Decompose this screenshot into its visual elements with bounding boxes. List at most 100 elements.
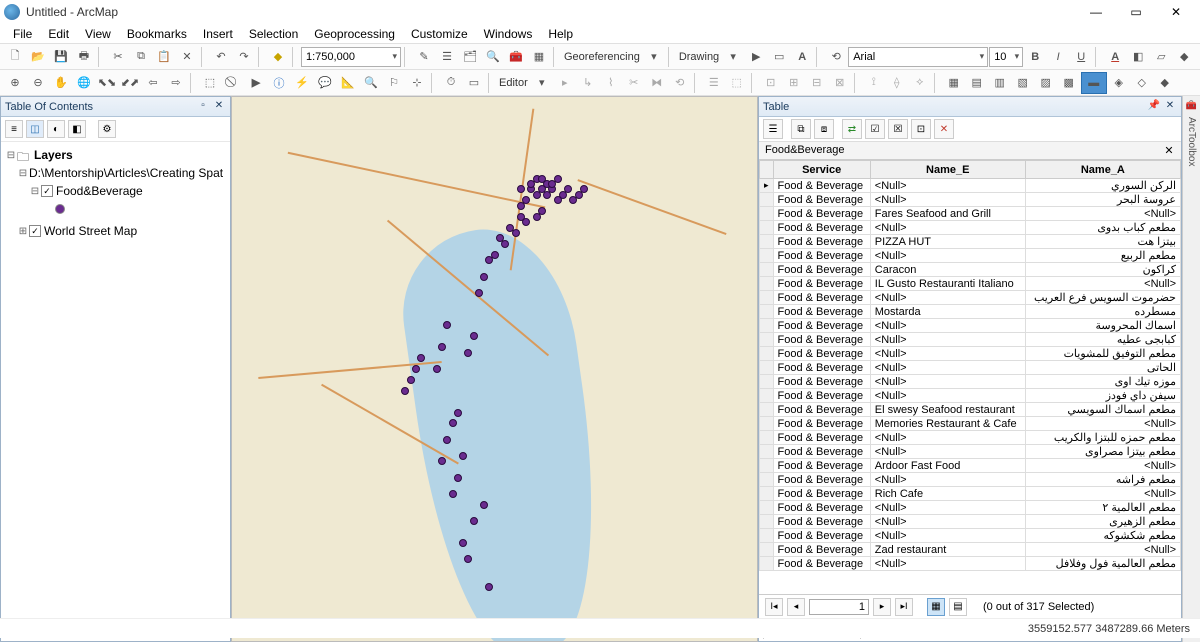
map-point[interactable] bbox=[470, 332, 478, 340]
zoom-selected-icon[interactable]: ⊡ bbox=[911, 119, 931, 139]
cut-icon[interactable]: ✂ bbox=[107, 46, 129, 68]
data-source-path[interactable]: D:\Mentorship\Articles\Creating Spat bbox=[29, 166, 223, 180]
layout-icon[interactable]: ▦ bbox=[943, 72, 965, 94]
layout10-icon[interactable]: ◆ bbox=[1154, 72, 1176, 94]
map-point[interactable] bbox=[580, 185, 588, 193]
table-row[interactable]: Food & Beverage<Null>كبابجى عطيه bbox=[760, 333, 1181, 347]
table-options-icon[interactable]: ☰ bbox=[763, 119, 783, 139]
back-extent-icon[interactable]: ⇦ bbox=[142, 72, 164, 94]
toolbox-icon[interactable]: 🧰 bbox=[505, 46, 527, 68]
hyperlink-icon[interactable]: ⚡ bbox=[291, 72, 313, 94]
close-tab-icon[interactable]: ✕ bbox=[1163, 144, 1175, 157]
map-point[interactable] bbox=[517, 185, 525, 193]
menu-file[interactable]: File bbox=[6, 25, 39, 43]
rectangle-icon[interactable]: ▭ bbox=[768, 46, 790, 68]
font-color-icon[interactable]: A bbox=[1104, 46, 1126, 68]
show-selected-icon[interactable]: ▤ bbox=[949, 598, 967, 616]
col-service[interactable]: Service bbox=[773, 161, 870, 179]
table-row[interactable]: Food & BeveragePIZZA HUTبيتزا هت bbox=[760, 235, 1181, 249]
map-point[interactable] bbox=[475, 289, 483, 297]
full-extent-icon[interactable]: 🌐 bbox=[73, 72, 95, 94]
table-row[interactable]: Food & Beverage<Null>مطعم التوفيق للمشوي… bbox=[760, 347, 1181, 361]
list-by-visibility-icon[interactable]: ◐ bbox=[47, 120, 65, 138]
map-point[interactable] bbox=[464, 555, 472, 563]
arctoolbox-sidebar[interactable]: 🧰 ArcToolbox bbox=[1182, 96, 1200, 642]
line-color-icon[interactable]: ▱ bbox=[1150, 46, 1172, 68]
undo-icon[interactable]: ↶ bbox=[210, 46, 232, 68]
pin-icon[interactable]: 📌 bbox=[1147, 100, 1161, 114]
close-panel-icon[interactable]: ✕ bbox=[1163, 100, 1177, 114]
map-point[interactable] bbox=[485, 256, 493, 264]
menu-windows[interactable]: Windows bbox=[477, 25, 540, 43]
clear-selection-icon[interactable]: ⃠ bbox=[222, 72, 244, 94]
table-row[interactable]: Food & Beverage<Null>عروسة البحر bbox=[760, 193, 1181, 207]
menu-help[interactable]: Help bbox=[541, 25, 580, 43]
map-point[interactable] bbox=[470, 517, 478, 525]
table-row[interactable]: Food & BeverageMemories Restaurant & Caf… bbox=[760, 417, 1181, 431]
table-row[interactable]: Food & Beverage<Null>مطعم شكشوكه bbox=[760, 529, 1181, 543]
paste-icon[interactable]: 📋 bbox=[153, 46, 175, 68]
layout8-icon[interactable]: ◈ bbox=[1108, 72, 1130, 94]
map-point[interactable] bbox=[438, 457, 446, 465]
menu-insert[interactable]: Insert bbox=[196, 25, 240, 43]
map-point[interactable] bbox=[417, 354, 425, 362]
select-element-icon[interactable]: ▶ bbox=[745, 46, 767, 68]
html-popup-icon[interactable]: 💬 bbox=[314, 72, 336, 94]
table-row[interactable]: Food & Beverage<Null>موزه تيك اوى bbox=[760, 375, 1181, 389]
map-point[interactable] bbox=[496, 234, 504, 242]
map-point[interactable] bbox=[480, 501, 488, 509]
map-point[interactable] bbox=[454, 409, 462, 417]
italic-icon[interactable]: I bbox=[1047, 46, 1069, 68]
table-row[interactable]: Food & BeverageCaraconكراكون bbox=[760, 263, 1181, 277]
zoom-in-icon[interactable]: ⊕ bbox=[4, 72, 26, 94]
editor-toolbar-icon[interactable]: ✎ bbox=[413, 46, 435, 68]
table-row[interactable]: ▸Food & Beverage<Null>الركن السوري bbox=[760, 179, 1181, 193]
select-all-icon[interactable]: ☑ bbox=[865, 119, 885, 139]
menu-bookmarks[interactable]: Bookmarks bbox=[120, 25, 194, 43]
table-row[interactable]: Food & Beverage<Null>مطعم العالمية فول و… bbox=[760, 557, 1181, 571]
layout6-icon[interactable]: ▩ bbox=[1058, 72, 1080, 94]
redo-icon[interactable]: ↷ bbox=[233, 46, 255, 68]
layers-root[interactable]: Layers bbox=[34, 148, 73, 162]
table-row[interactable]: Food & Beverage<Null>مطعم كباب بدوى bbox=[760, 221, 1181, 235]
layer-food-beverage[interactable]: Food&Beverage bbox=[56, 184, 143, 198]
table-row[interactable]: Food & Beverage<Null>مطعم الزهيرى bbox=[760, 515, 1181, 529]
layout4-icon[interactable]: ▧ bbox=[1012, 72, 1034, 94]
map-point[interactable] bbox=[485, 583, 493, 591]
fixed-zoom-in-icon[interactable]: ⬉⬊ bbox=[96, 72, 118, 94]
map-point[interactable] bbox=[506, 224, 514, 232]
table-row[interactable]: Food & Beverage<Null>مطعم العالمية ٢ bbox=[760, 501, 1181, 515]
layout7-icon[interactable]: ▬ bbox=[1081, 72, 1107, 94]
dropdown-icon[interactable]: ▾ bbox=[643, 46, 665, 68]
python-icon[interactable]: ▦ bbox=[528, 46, 550, 68]
map-point[interactable] bbox=[438, 343, 446, 351]
table-row[interactable]: Food & BeverageFares Seafood and Grill<N… bbox=[760, 207, 1181, 221]
map-point[interactable] bbox=[412, 365, 420, 373]
options-icon[interactable]: ⚙ bbox=[98, 120, 116, 138]
list-by-selection-icon[interactable]: ◧ bbox=[68, 120, 86, 138]
prev-record-icon[interactable]: ◂ bbox=[787, 598, 805, 616]
auto-hide-icon[interactable]: ▫ bbox=[196, 100, 210, 114]
col-name-e[interactable]: Name_E bbox=[870, 161, 1025, 179]
menu-geoprocessing[interactable]: Geoprocessing bbox=[307, 25, 402, 43]
toc-icon[interactable]: ☰ bbox=[436, 46, 458, 68]
toolbox-icon[interactable]: 🧰 bbox=[1186, 100, 1197, 111]
catalog-icon[interactable]: 🗂 bbox=[459, 46, 481, 68]
map-point[interactable] bbox=[401, 387, 409, 395]
row-header-col[interactable] bbox=[760, 161, 774, 179]
clear-selection-icon[interactable]: ☒ bbox=[888, 119, 908, 139]
map-point[interactable] bbox=[480, 273, 488, 281]
map-point[interactable] bbox=[449, 490, 457, 498]
dropdown-icon[interactable]: ▾ bbox=[531, 72, 553, 94]
map-point[interactable] bbox=[527, 180, 535, 188]
zoom-out-icon[interactable]: ⊖ bbox=[27, 72, 49, 94]
close-panel-icon[interactable]: ✕ bbox=[212, 100, 226, 114]
next-record-icon[interactable]: ▸ bbox=[873, 598, 891, 616]
dropdown-icon[interactable]: ▾ bbox=[722, 46, 744, 68]
text-tool-icon[interactable]: A bbox=[791, 46, 813, 68]
attribute-grid[interactable]: Service Name_E Name_A ▸Food & Beverage<N… bbox=[759, 160, 1181, 595]
select-features-icon[interactable]: ⬚ bbox=[199, 72, 221, 94]
find-route-icon[interactable]: ⚐ bbox=[383, 72, 405, 94]
save-icon[interactable]: 💾 bbox=[50, 46, 72, 68]
col-name-a[interactable]: Name_A bbox=[1025, 161, 1180, 179]
